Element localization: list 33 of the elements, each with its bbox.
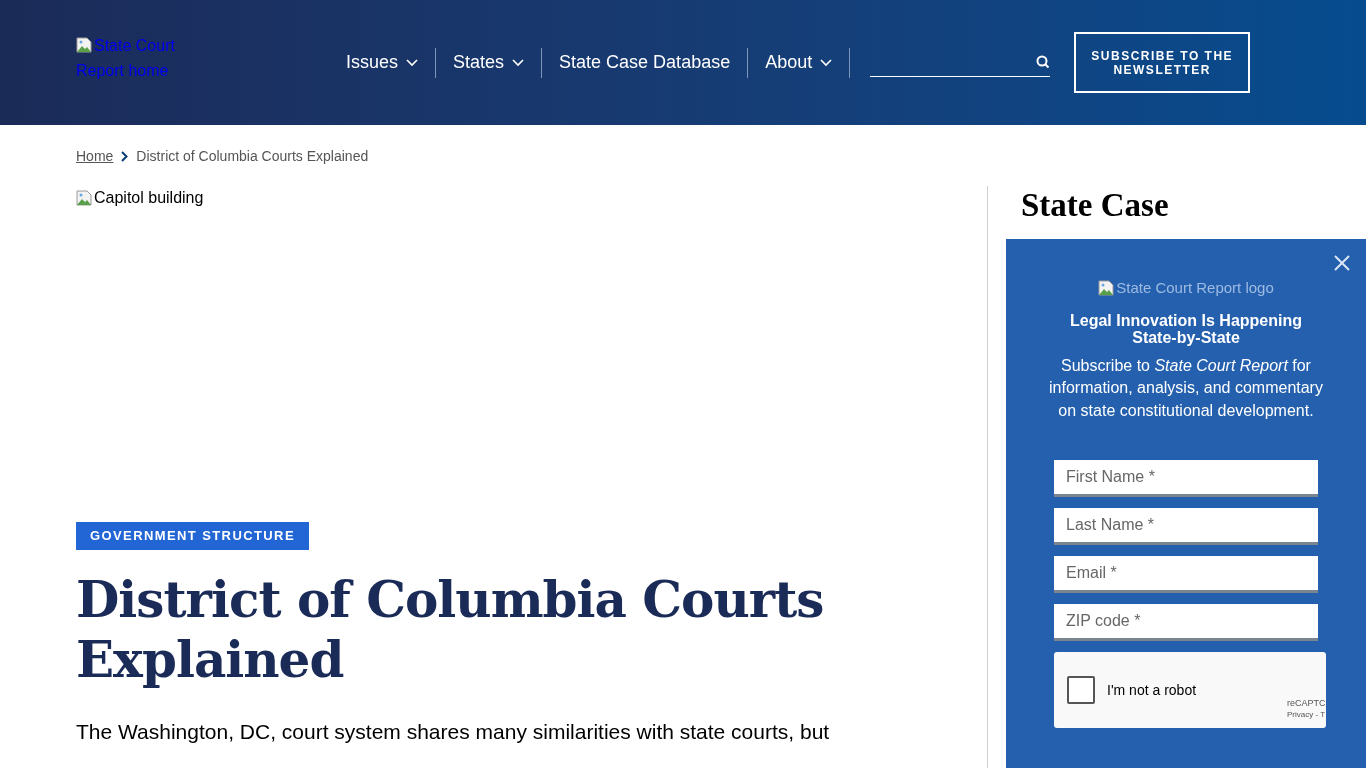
close-icon xyxy=(1334,255,1350,271)
breadcrumb-link[interactable]: Home xyxy=(76,146,114,167)
nav-link[interactable]: Issues xyxy=(346,49,419,76)
broken-image-icon xyxy=(76,190,92,206)
search-icon xyxy=(1036,55,1051,69)
breadcrumb-current: District of Columbia Courts Explained xyxy=(136,147,369,166)
text-field[interactable]: Last Name * xyxy=(1054,508,1318,545)
close-button[interactable] xyxy=(1332,253,1352,273)
sidebar-heading: State Case xyxy=(1021,188,1170,223)
subscribe-button[interactable]: SUBSCRIBE TO THE NEWSLETTER xyxy=(1074,32,1251,93)
nav-link[interactable]: State Case Database xyxy=(559,49,731,76)
text-field[interactable]: Email * xyxy=(1054,556,1318,593)
text-field[interactable]: ZIP code * xyxy=(1054,604,1318,641)
article-lede: The Washington, DC, court system shares many similarities with state courts, but xyxy=(76,718,831,745)
chevron-right-icon xyxy=(121,151,129,162)
nav-link[interactable]: States xyxy=(453,49,525,76)
text-field[interactable]: First Name * xyxy=(1054,460,1318,497)
popup-logo-alt: State Court Report logo xyxy=(1098,277,1274,300)
chevron-down-icon xyxy=(406,58,419,67)
chevron-down-icon xyxy=(512,58,525,67)
recaptcha-brand: reCAPTC xyxy=(1287,698,1326,709)
popup-heading: Legal Innovation Is Happening State-by-State xyxy=(1069,311,1303,346)
nav-link[interactable]: About xyxy=(765,49,833,76)
captcha-checkbox[interactable] xyxy=(1067,676,1095,704)
recaptcha-links[interactable]: Privacy - T xyxy=(1287,709,1326,720)
popup-description: Subscribe to State Court Report for information, analysis, and commentary on state constitutional development. xyxy=(1048,355,1324,421)
broken-image-icon xyxy=(1098,280,1115,297)
broken-image-icon xyxy=(76,36,92,53)
category-tag[interactable]: GOVERNMENT STRUCTURE xyxy=(76,522,309,550)
article-title: District of Columbia Courts Explained xyxy=(76,569,825,690)
image-alt-text: Capitol building xyxy=(76,186,947,210)
chevron-down-icon xyxy=(820,58,833,67)
captcha-label: I'm not a robot xyxy=(1107,680,1197,700)
